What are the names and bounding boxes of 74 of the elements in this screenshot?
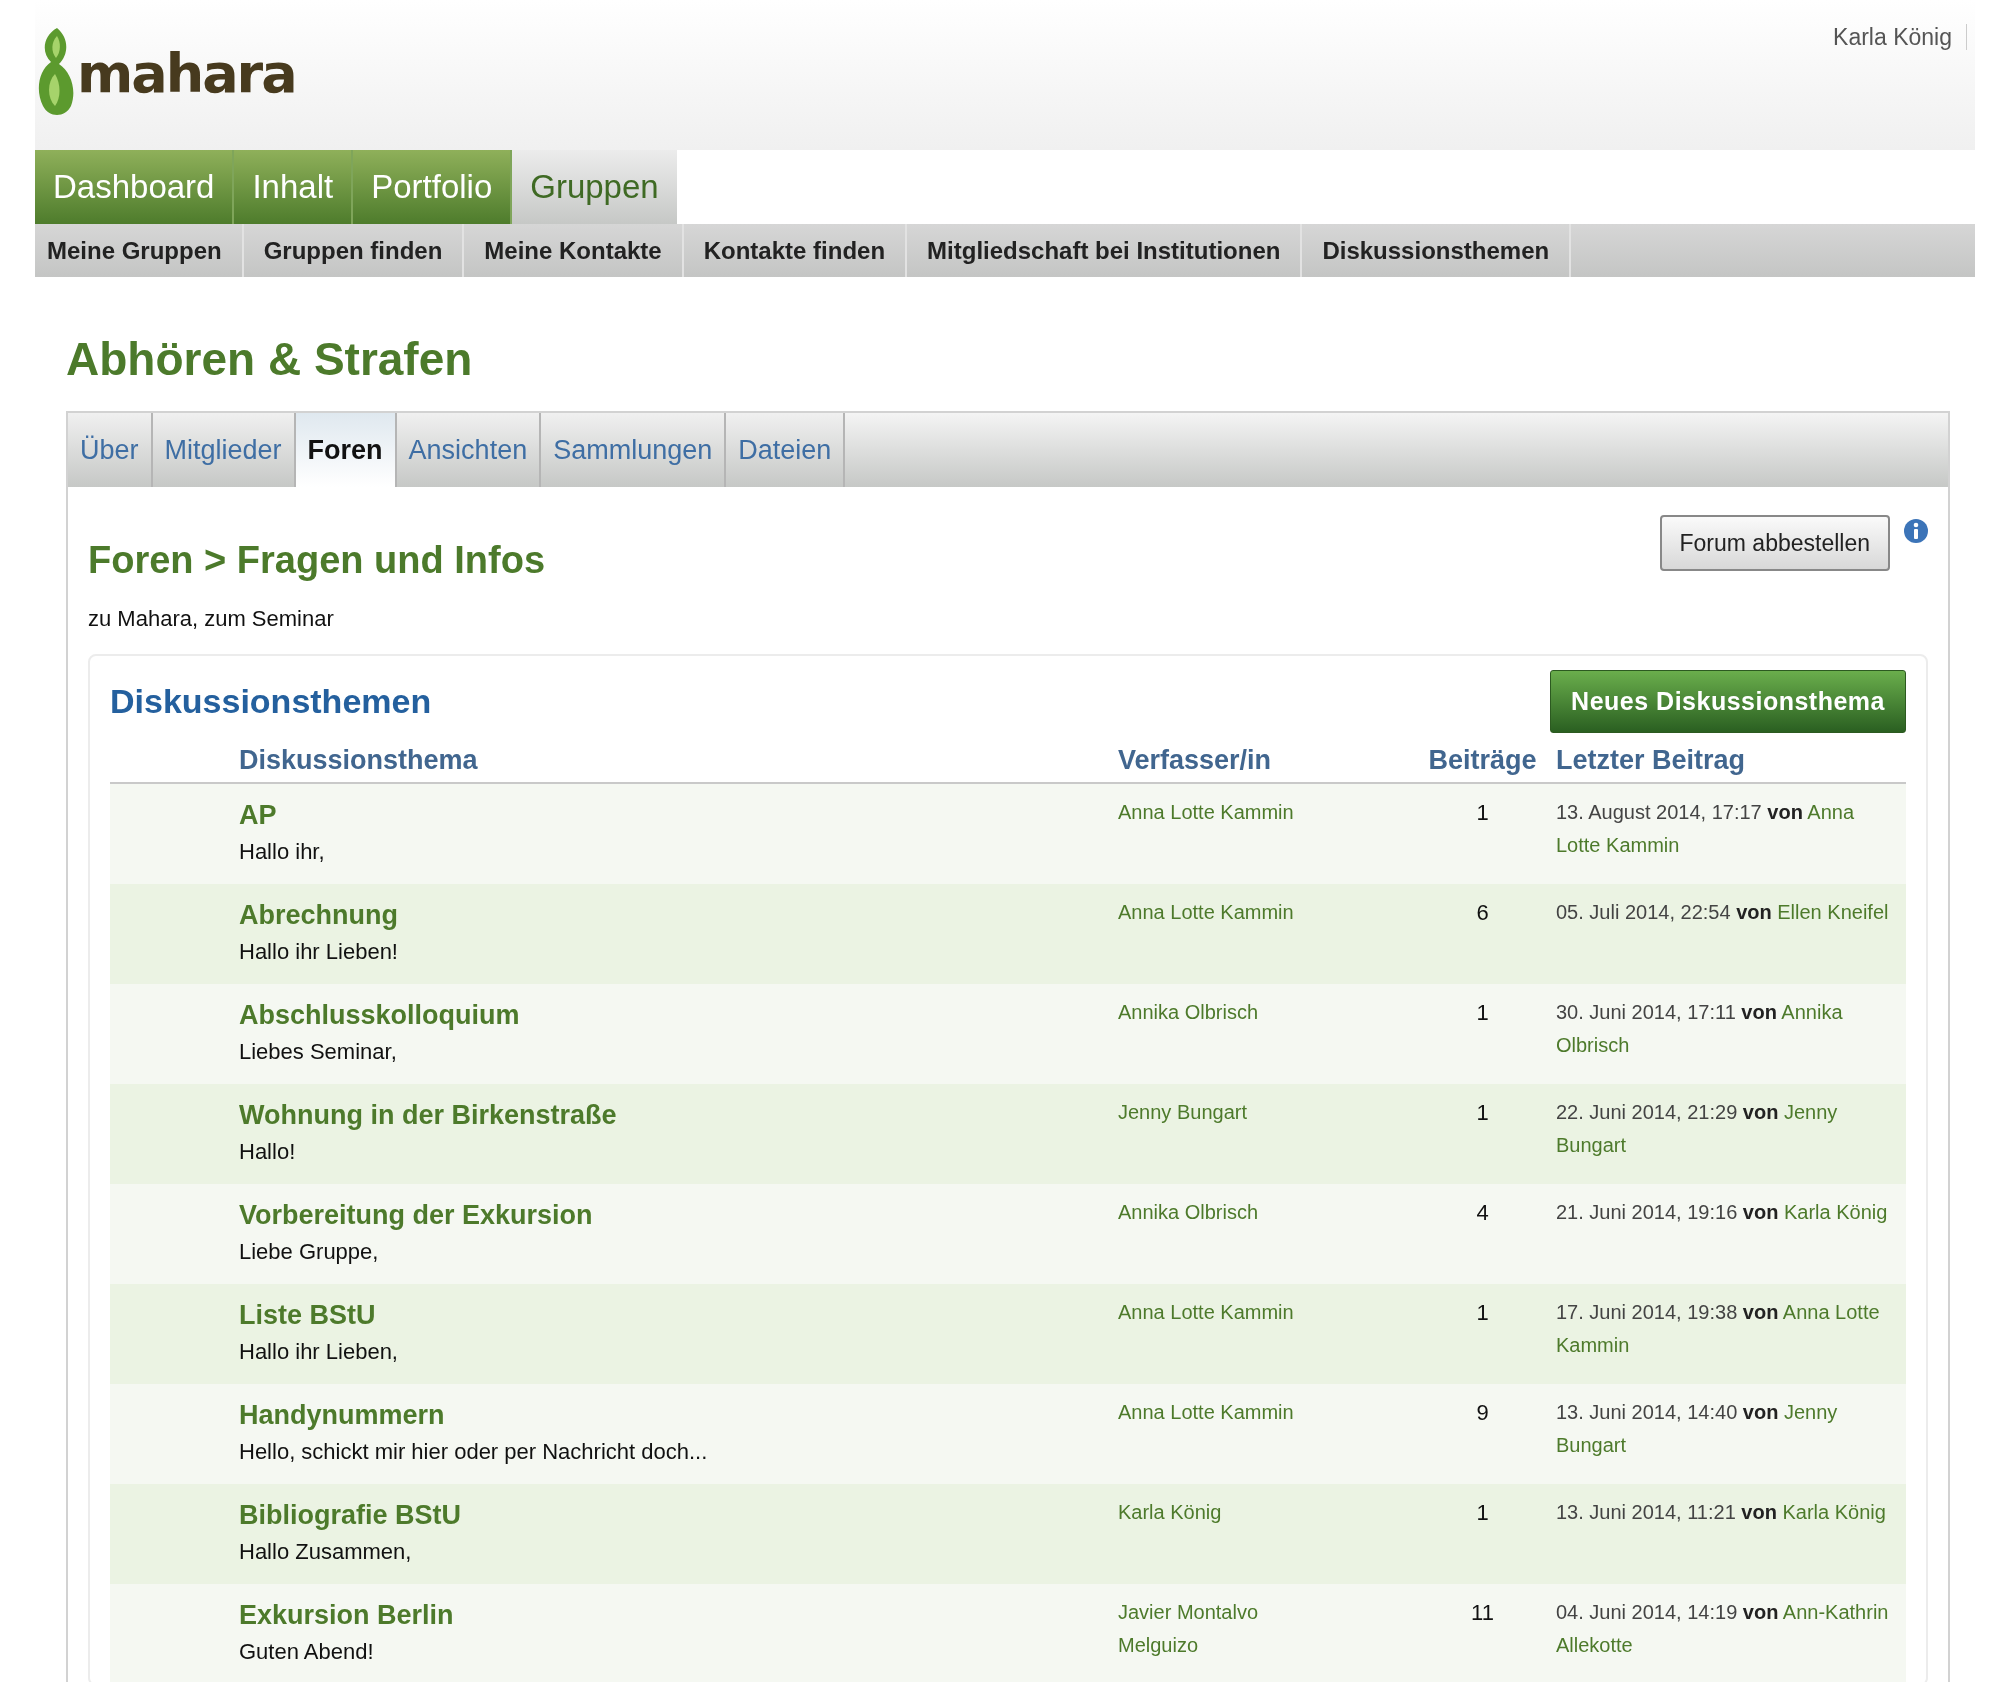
nav-tab[interactable]: Inhalt [234,150,354,224]
post-count: 1 [1475,1500,1490,1526]
topic-title-link[interactable]: Liste BStU [239,1300,376,1331]
forum-description: zu Mahara, zum Seminar [88,606,335,632]
last-post-text: 04. Juni 2014, 14:19 von Ann-Kathrin Allekotte [1556,1600,1890,1658]
post-count: 11 [1470,1600,1495,1626]
subnav-link[interactable]: Kontakte finden [683,224,908,277]
subnav-link[interactable]: Mitgliedschaft bei Institutionen [907,224,1303,277]
logo-text: mahara [77,47,296,101]
topic-title-link[interactable]: Vorbereitung der Exkursion [239,1200,593,1231]
topic-excerpt: Hello, schickt mir hier oder per Nachricht doch... [239,1439,708,1465]
topic-excerpt: Liebes Seminar, [239,1039,397,1065]
topic-excerpt: Hallo! [239,1139,296,1165]
author-link[interactable]: Anna Lotte Kammin [1118,896,1318,929]
topic-excerpt: Guten Abend! [239,1639,374,1665]
nav-tab[interactable]: Portfolio [353,150,513,224]
group-title: Abhören & Strafen [66,332,474,387]
last-post-text: 30. Juni 2014, 17:11 von Annika Olbrisch [1556,1000,1844,1058]
nav-tab[interactable]: Dashboard [35,150,235,224]
info-icon[interactable] [1904,519,1928,543]
last-post-text: 13. Juni 2014, 11:21 von Karla König [1556,1500,1887,1525]
subnav-link[interactable]: Diskussionsthemen [1302,224,1572,277]
author-link[interactable]: Anna Lotte Kammin [1118,796,1318,829]
topic-title-link[interactable]: Handynummern [239,1400,445,1431]
forum-heading: Foren > Fragen und Infos [88,539,546,582]
post-count: 1 [1475,1100,1490,1126]
column-header: Verfasser/in [1118,745,1272,775]
new-topic-button[interactable]: Neues Diskussionsthema [1550,670,1906,733]
author-link[interactable]: Javier Montalvo Melguizo [1118,1596,1318,1662]
topic-title-link[interactable]: Abrechnung [239,900,398,931]
topic-title-link[interactable]: AP [239,800,277,831]
group-tab[interactable]: Dateien [726,413,846,487]
post-count: 1 [1475,1300,1490,1326]
column-header: Diskussionsthema [239,745,478,775]
topic-excerpt: Hallo ihr Lieben, [239,1339,398,1365]
author-link[interactable]: Karla König [1118,1496,1318,1529]
nav-tab[interactable]: Gruppen [512,150,677,224]
post-count: 4 [1475,1200,1490,1226]
author-link[interactable]: Anna Lotte Kammin [1118,1296,1318,1329]
last-post-text: 05. Juli 2014, 22:54 von Ellen Kneifel [1556,900,1890,925]
post-count: 6 [1475,900,1490,926]
topic-excerpt: Hallo ihr Lieben! [239,939,398,965]
group-tab[interactable]: Ansichten [396,413,542,487]
subnav-link[interactable]: Gruppen finden [243,224,465,277]
unsubscribe-button[interactable]: Forum abbestellen [1659,515,1890,571]
last-post-text: 17. Juni 2014, 19:38 von Anna Lotte Kammin [1556,1300,1881,1358]
author-link[interactable]: Anna Lotte Kammin [1118,1396,1318,1429]
author-link[interactable]: Jenny Bungart [1118,1096,1318,1129]
group-tab[interactable]: Sammlungen [541,413,727,487]
post-count: 9 [1475,1400,1490,1426]
subnav-link[interactable]: Meine Gruppen [35,224,244,277]
last-post-text: 21. Juni 2014, 19:16 von Karla König [1556,1200,1889,1225]
post-count: 1 [1475,1000,1490,1026]
last-post-text: 22. Juni 2014, 21:29 von Jenny Bungart [1556,1100,1839,1158]
topic-excerpt: Hallo Zusammen, [239,1539,412,1565]
group-tab[interactable]: Foren [295,413,397,487]
column-header: Letzter Beitrag [1556,745,1746,775]
topic-excerpt: Hallo ihr, [239,839,325,865]
user-name-link[interactable]: Karla König [1833,24,1967,50]
topic-title-link[interactable]: Wohnung in der Birkenstraße [239,1100,617,1131]
topic-title-link[interactable]: Bibliografie BStU [239,1500,461,1531]
last-post-text: 13. August 2014, 17:17 von Anna Lotte Kammin [1556,800,1856,858]
topic-title-link[interactable]: Exkursion Berlin [239,1600,454,1631]
group-tab[interactable]: Mitglieder [152,413,296,487]
post-count: 1 [1475,800,1490,826]
author-link[interactable]: Annika Olbrisch [1118,996,1318,1029]
subnav-link[interactable]: Meine Kontakte [464,224,684,277]
group-tab[interactable]: Über [68,413,153,487]
topics-heading: Diskussionsthemen [110,682,432,721]
last-post-text: 13. Juni 2014, 14:40 von Jenny Bungart [1556,1400,1839,1458]
author-link[interactable]: Annika Olbrisch [1118,1196,1318,1229]
column-header: Beiträge [1428,745,1537,775]
topic-excerpt: Liebe Gruppe, [239,1239,379,1265]
topic-title-link[interactable]: Abschlusskolloquium [239,1000,520,1031]
